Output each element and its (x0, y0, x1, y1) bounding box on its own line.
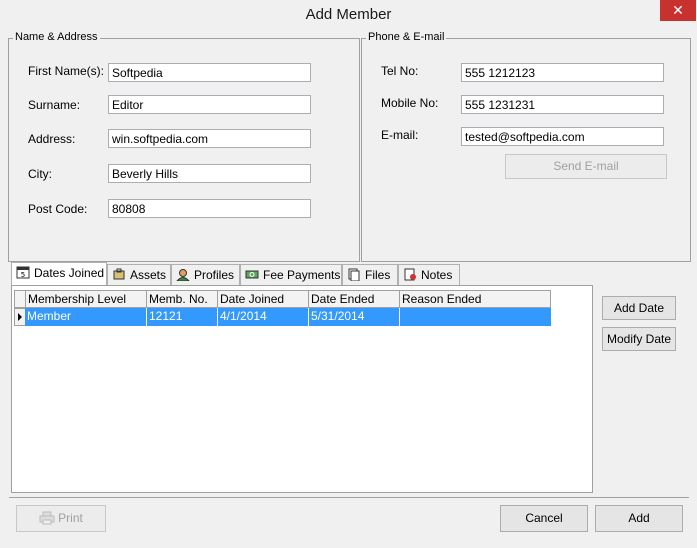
add-date-button[interactable]: Add Date (602, 296, 676, 320)
table-cell[interactable]: 12121 (147, 308, 218, 326)
address-field[interactable]: win.softpedia.com (108, 129, 311, 148)
footer-divider (9, 497, 689, 498)
close-icon: ✕ (672, 2, 684, 18)
table-cell[interactable]: Member (25, 308, 147, 326)
city-field[interactable]: Beverly Hills (108, 164, 311, 183)
surname-label: Surname: (28, 98, 81, 112)
title-bar: Add Member ✕ (0, 0, 697, 31)
email-label: E-mail: (381, 128, 419, 142)
postcode-field[interactable]: 80808 (108, 199, 311, 218)
cancel-button[interactable]: Cancel (500, 505, 588, 532)
modify-date-button[interactable]: Modify Date (602, 327, 676, 351)
tel-field[interactable]: 555 1212123 (461, 63, 664, 82)
column-header[interactable]: Membership Level (25, 290, 147, 308)
surname-field[interactable]: Editor (108, 95, 311, 114)
close-button[interactable]: ✕ (660, 0, 696, 21)
print-button[interactable]: Print (16, 505, 106, 532)
tab-fee-payments[interactable]: Fee Payments (240, 264, 342, 285)
notes-icon (403, 267, 417, 281)
tab-label: Notes (421, 268, 453, 282)
address-label: Address: (28, 132, 76, 146)
add-button[interactable]: Add (595, 505, 683, 532)
tab-assets[interactable]: Assets (107, 264, 171, 285)
tab-label: Profiles (194, 268, 235, 282)
tab-label: Dates Joined (34, 266, 105, 280)
tab-label: Fee Payments (263, 268, 341, 282)
print-label: Print (58, 511, 83, 525)
tel-label: Tel No: (381, 64, 419, 78)
column-header[interactable]: Reason Ended (399, 290, 551, 308)
first-name-field[interactable]: Softpedia (108, 63, 311, 82)
profile-icon (175, 267, 191, 282)
svg-text:5: 5 (21, 271, 25, 279)
postcode-label: Post Code: (28, 202, 88, 216)
files-icon (347, 267, 361, 282)
column-header[interactable]: Memb. No. (146, 290, 218, 308)
tab-notes[interactable]: Notes (398, 264, 460, 285)
phone-email-legend: Phone & E-mail (366, 31, 447, 43)
column-header[interactable]: Date Ended (308, 290, 400, 308)
email-field[interactable]: tested@softpedia.com (461, 127, 664, 146)
city-label: City: (28, 167, 52, 181)
mobile-label: Mobile No: (381, 96, 439, 110)
tab-label: Files (365, 268, 391, 282)
table-cell[interactable] (400, 308, 551, 326)
current-row-arrow-icon (18, 313, 22, 321)
printer-icon (39, 511, 55, 525)
tab-files[interactable]: Files (342, 264, 398, 285)
calendar-icon: 5 (16, 265, 30, 279)
tab-dates-joined[interactable]: 5 Dates Joined (11, 262, 107, 285)
money-icon (245, 267, 259, 280)
tab-profiles[interactable]: Profiles (171, 264, 240, 285)
table-cell[interactable]: 5/31/2014 (309, 308, 400, 326)
mobile-field[interactable]: 555 1231231 (461, 95, 664, 114)
name-address-legend: Name & Address (13, 31, 100, 43)
table-cell[interactable]: 4/1/2014 (218, 308, 309, 326)
window-title: Add Member (305, 6, 392, 23)
column-header[interactable]: Date Joined (217, 290, 309, 308)
tab-label: Assets (130, 268, 167, 282)
assets-icon (112, 267, 126, 280)
send-email-button[interactable]: Send E-mail (505, 154, 667, 179)
dates-joined-panel: Membership Level Memb. No. Date Joined D… (11, 285, 593, 493)
first-name-label: First Name(s): (28, 64, 104, 78)
